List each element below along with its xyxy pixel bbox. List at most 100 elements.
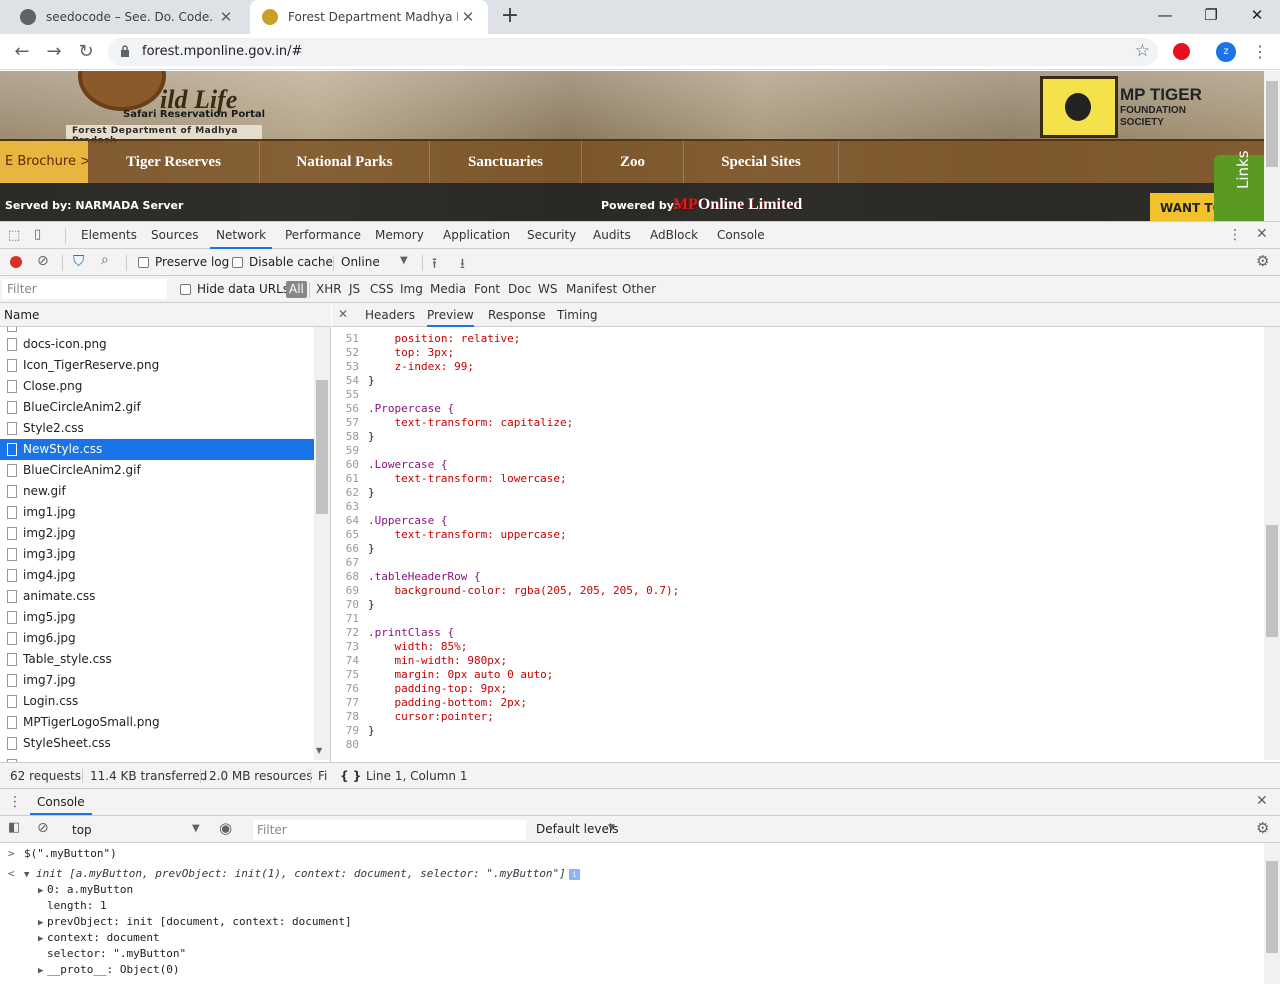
tab-audits[interactable]: Audits [587,222,637,249]
filter-type-img[interactable]: Img [400,276,423,303]
filter-type-all[interactable]: All [286,281,307,298]
reload-button[interactable]: ↻ [74,40,98,64]
checkbox-box[interactable] [138,257,149,268]
list-item[interactable]: img7.jpg [0,670,314,691]
filter-type-xhr[interactable]: XHR [316,276,342,303]
console-prop-line[interactable]: __proto__: Object(0) [47,962,179,978]
filter-type-doc[interactable]: Doc [508,276,531,303]
throttle-select[interactable]: Online [341,255,380,269]
tab-sources[interactable]: Sources [145,222,204,249]
list-item[interactable]: img6.jpg [0,628,314,649]
address-bar[interactable]: forest.mponline.gov.in/# ☆ [108,38,1158,66]
console-scrollbar[interactable] [1264,843,1280,984]
clear-icon[interactable]: ⊘ [37,253,49,269]
list-item[interactable]: img1.jpg [0,502,314,523]
search-icon[interactable]: ⌕ [101,252,109,268]
list-item[interactable]: Icon_TigerReserve.png [0,355,314,376]
tab-elements[interactable]: Elements [75,222,143,249]
tab-memory[interactable]: Memory [369,222,430,249]
nav-national-parks[interactable]: National Parks [260,141,430,183]
filter-type-ws[interactable]: WS [538,276,557,303]
close-devtools-icon[interactable]: ✕ [1256,226,1268,242]
list-item[interactable]: MPTigerLogoSmall.png [0,712,314,733]
scroll-down-icon[interactable]: ▼ [316,746,322,755]
tab-headers[interactable]: Headers [365,303,415,327]
list-item[interactable]: img3.jpg [0,544,314,565]
list-item[interactable]: NewStyle.css [0,439,314,460]
want-to-button[interactable]: WANT TO [1150,193,1220,221]
close-icon[interactable]: ✕ [338,307,348,321]
nav-zoo[interactable]: Zoo [582,141,684,183]
filter-type-manifest[interactable]: Manifest [566,276,617,303]
device-toolbar-icon[interactable]: ▯ [34,227,41,242]
list-item[interactable]: Login.css [0,691,314,712]
tab-application[interactable]: Application [437,222,516,249]
name-column-header[interactable]: Name [0,303,331,327]
list-item[interactable]: Table_style.css [0,649,314,670]
export-har-icon[interactable]: ⭳ [460,253,465,277]
star-icon[interactable]: ☆ [1135,41,1150,61]
console-output[interactable]: > $(".myButton") < ▼ init [a.myButton, p… [0,843,1264,984]
sidebar-toggle-icon[interactable]: ◧ [8,820,20,835]
expand-triangle-icon[interactable]: ▼ [24,866,29,882]
disable-cache-checkbox[interactable]: Disable cache [232,255,333,269]
expand-triangle-icon[interactable]: ▶ [38,930,43,946]
list-item[interactable]: animate.css [0,586,314,607]
expand-triangle-icon[interactable]: ▶ [38,962,43,978]
devtools-menu-icon[interactable]: ⋮ [1228,227,1242,243]
expand-triangle-icon[interactable]: ▶ [38,882,43,898]
filter-type-js[interactable]: JS [349,276,360,303]
nav-sanctuaries[interactable]: Sanctuaries [430,141,582,183]
info-icon[interactable]: i [569,869,580,880]
tab-timing[interactable]: Timing [557,303,598,327]
tab-console[interactable]: Console [711,222,771,249]
inspect-icon[interactable]: ⬚ [8,228,20,243]
tab-performance[interactable]: Performance [279,222,367,249]
browser-menu-icon[interactable]: ⋮ [1252,40,1268,64]
links-tab[interactable]: Links [1214,150,1264,221]
gear-icon[interactable]: ⚙ [1256,252,1269,270]
list-item[interactable]: StyleSheet.css [0,733,314,754]
adblock-extension-icon[interactable] [1173,43,1190,60]
console-prop-line[interactable]: prevObject: init [document, context: doc… [47,914,352,930]
tab-response[interactable]: Response [488,303,546,327]
list-item[interactable]: new.gif [0,481,314,502]
scrollbar-thumb[interactable] [1266,861,1278,953]
avatar[interactable]: z [1216,42,1236,62]
e-brochure-link[interactable]: E Brochure > [0,141,88,183]
console-filter-input[interactable]: Filter [253,820,526,840]
nav-special-sites[interactable]: Special Sites [684,141,839,183]
pretty-print-icon[interactable]: { } [340,763,361,789]
tab-forest-department[interactable]: Forest Department Madhya Prad ✕ [250,0,488,34]
css-preview[interactable]: 51 position: relative; 52 top: 3px; 53 z-i… [332,327,1264,760]
tab-network[interactable]: Network [210,222,273,249]
console-result-line[interactable]: init [a.myButton, prevObject: init(1), c… [36,866,566,882]
drawer-menu-icon[interactable]: ⋮ [8,794,22,810]
context-selector[interactable]: top ▼ [62,821,210,839]
back-button[interactable]: ← [10,40,34,64]
filter-type-other[interactable]: Other [622,276,656,303]
mp-tiger-logo[interactable] [1040,76,1118,138]
nav-tiger-reserves[interactable]: Tiger Reserves [88,141,260,183]
request-list-scrollbar[interactable] [314,327,330,760]
list-item[interactable]: img2.jpg [0,523,314,544]
import-har-icon[interactable]: ⭱ [432,253,437,277]
list-item[interactable] [0,327,314,334]
new-tab-button[interactable]: + [498,4,522,28]
scrollbar-thumb[interactable] [1266,81,1278,167]
close-icon[interactable]: ✕ [216,8,236,26]
preserve-log-checkbox[interactable]: Preserve log [138,255,229,269]
hide-data-urls-checkbox[interactable]: Hide data URLs [180,282,289,296]
list-item[interactable]: BlueCircleAnim2.gif [0,460,314,481]
filter-type-css[interactable]: CSS [370,276,394,303]
close-drawer-icon[interactable]: ✕ [1256,793,1268,809]
list-item[interactable]: BlueCircleAnim2.gif [0,397,314,418]
tab-adblock[interactable]: AdBlock [644,222,704,249]
filter-input[interactable]: Filter [2,279,167,299]
tab-seedocode[interactable]: seedocode – See. Do. Code. ✕ [0,0,246,34]
tab-preview[interactable]: Preview [427,303,474,327]
console-prop-line[interactable]: 0: a.myButton [47,882,133,898]
scrollbar-thumb[interactable] [1266,525,1278,637]
list-item[interactable]: img5.jpg [0,607,314,628]
window-close-button[interactable]: ✕ [1234,0,1280,30]
